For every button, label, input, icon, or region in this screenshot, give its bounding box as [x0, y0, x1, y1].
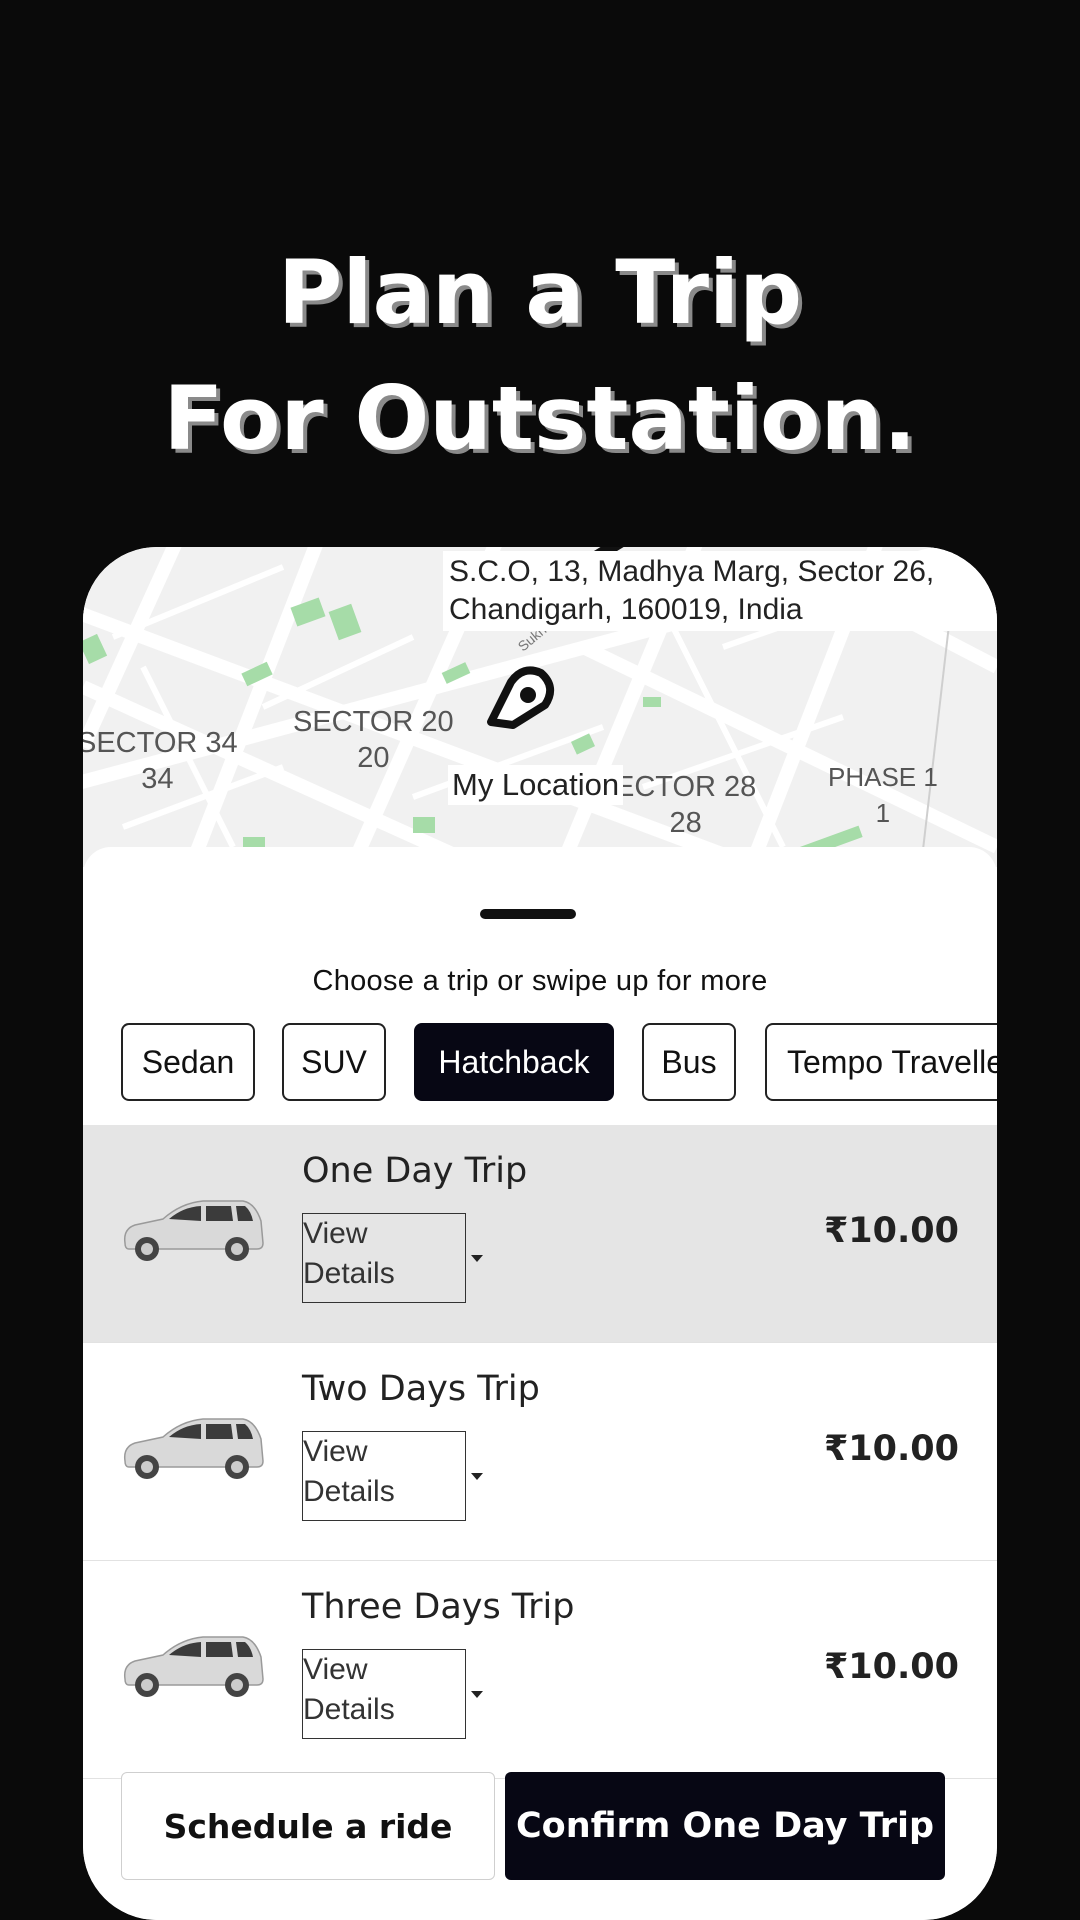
confirm-trip-button[interactable]: Confirm One Day Trip — [505, 1772, 945, 1880]
route-marker-icon — [487, 666, 555, 729]
car-icon — [123, 1418, 264, 1479]
vehicle-type-chips: Sedan SUV Hatchback Bus Tempo Travelle — [83, 1023, 997, 1105]
chip-bus[interactable]: Bus — [642, 1023, 736, 1101]
headline-line-2: For Outstation. — [163, 367, 917, 470]
headline-line-1: Plan a Trip — [277, 241, 803, 344]
dropdown-caret-icon — [471, 1255, 483, 1262]
map-label-sector-28: ECTOR 28 28 — [615, 771, 757, 839]
trip-title: Two Days Trip — [302, 1369, 540, 1409]
dropdown-caret-icon — [471, 1473, 483, 1480]
car-icon — [123, 1200, 264, 1261]
map-label-sector-20: SECTOR 20 20 — [293, 706, 454, 774]
trip-title: One Day Trip — [302, 1151, 528, 1191]
car-icon — [123, 1636, 264, 1697]
view-details-label: View Details — [303, 1435, 395, 1508]
map-view[interactable]: Sukhna Path SECTOR 3434 SECTOR 2020 ECTO… — [83, 547, 997, 867]
view-details-select[interactable]: View Details — [302, 1431, 466, 1521]
view-details-select[interactable]: View Details — [302, 1649, 466, 1739]
trip-price: ₹10.00 — [823, 1211, 959, 1251]
view-details-label: View Details — [303, 1217, 395, 1290]
chip-hatchback[interactable]: Hatchback — [414, 1023, 614, 1101]
trip-price: ₹10.00 — [823, 1429, 959, 1469]
map-label-phase-1: PHASE 11 — [828, 762, 938, 828]
trip-option-three-days[interactable]: Three Days Trip View Details ₹10.00 — [83, 1561, 997, 1779]
bottom-sheet: Choose a trip or swipe up for more Sedan… — [83, 847, 997, 1920]
pickup-address: S.C.O, 13, Madhya Marg, Sector 26, Chand… — [443, 551, 997, 631]
sheet-prompt: Choose a trip or swipe up for more — [312, 965, 768, 997]
drag-handle[interactable] — [480, 909, 576, 919]
promo-headline: Plan a Trip For Outstation. — [0, 230, 1080, 482]
chip-suv[interactable]: SUV — [282, 1023, 386, 1101]
chip-sedan[interactable]: Sedan — [121, 1023, 255, 1101]
view-details-label: View Details — [303, 1653, 395, 1726]
view-details-select[interactable]: View Details — [302, 1213, 466, 1303]
my-location-label: My Location — [448, 765, 624, 805]
trip-option-one-day[interactable]: One Day Trip View Details ₹10.00 — [83, 1125, 997, 1343]
phone-screen: Sukhna Path SECTOR 3434 SECTOR 2020 ECTO… — [83, 547, 997, 1920]
trip-title: Three Days Trip — [302, 1587, 575, 1627]
trip-option-two-days[interactable]: Two Days Trip View Details ₹10.00 — [83, 1343, 997, 1561]
dropdown-caret-icon — [471, 1691, 483, 1698]
map-label-sector-34: SECTOR 34 34 — [83, 727, 238, 795]
schedule-ride-button[interactable]: Schedule a ride — [121, 1772, 495, 1880]
chip-tempo-traveller[interactable]: Tempo Travelle — [765, 1023, 997, 1101]
trip-price: ₹10.00 — [823, 1647, 959, 1687]
